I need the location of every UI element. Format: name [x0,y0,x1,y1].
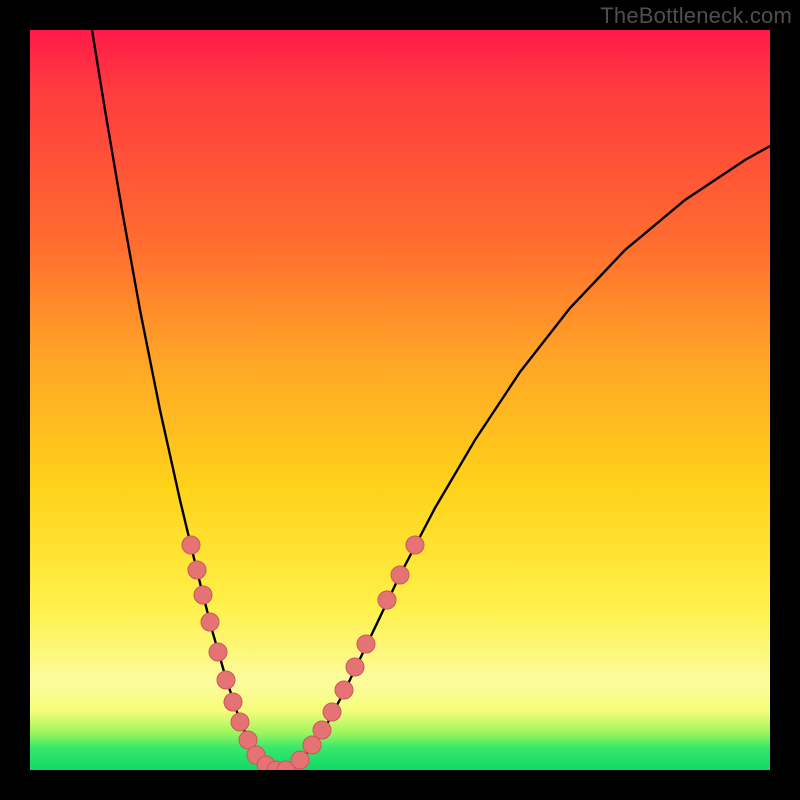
data-dot [182,536,200,554]
data-dot [378,591,396,609]
curve-left [92,30,278,770]
data-dot [346,658,364,676]
data-dot [209,643,227,661]
data-dot [406,536,424,554]
data-dots-group [182,536,424,770]
data-dot [391,566,409,584]
chart-frame: TheBottleneck.com [0,0,800,800]
data-dot [217,671,235,689]
curve-right [278,146,770,770]
bottleneck-curve-svg [30,30,770,770]
data-dot [188,561,206,579]
data-dot [357,635,375,653]
chart-plot-area [30,30,770,770]
data-dot [335,681,353,699]
data-dot [194,586,212,604]
data-dot [201,613,219,631]
data-dot [313,721,331,739]
watermark-text: TheBottleneck.com [600,3,792,29]
data-dot [323,703,341,721]
data-dot [291,751,309,769]
data-dot [224,693,242,711]
data-dot [231,713,249,731]
